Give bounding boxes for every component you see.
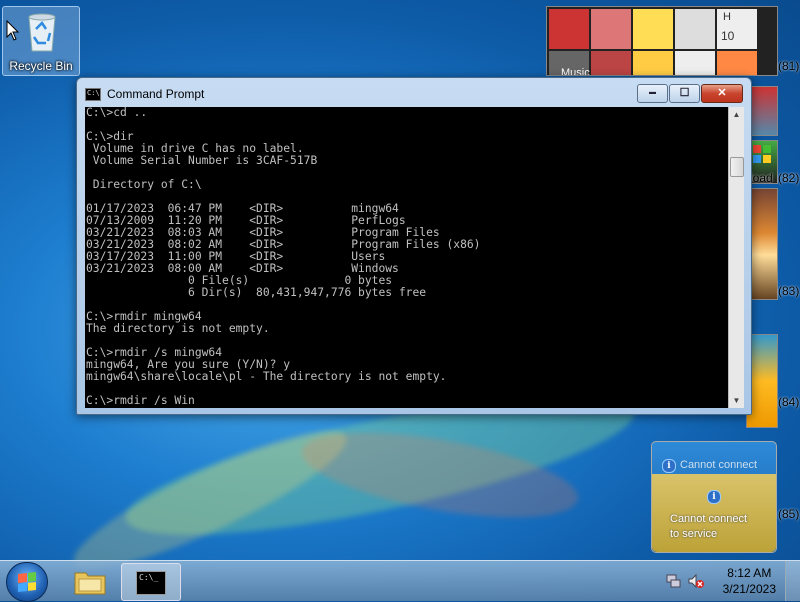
taskbar: C:\_ 8:12 AM 3/21/2023	[0, 560, 800, 602]
taskbar-cmd-button[interactable]: C:\_	[121, 563, 181, 601]
cmd-taskbar-icon: C:\_	[136, 571, 166, 595]
cmd-icon: C:\	[85, 88, 101, 101]
title-bar[interactable]: C:\ Command Prompt ▬ ☐ ✕	[77, 78, 751, 106]
window-controls: ▬ ☐ ✕	[636, 84, 743, 103]
slideshow-gadget[interactable]: H 10 Music	[546, 6, 778, 76]
mouse-cursor-icon	[6, 20, 20, 41]
photo-tile	[591, 51, 631, 75]
clock[interactable]: 8:12 AM 3/21/2023	[723, 565, 776, 597]
scroll-thumb[interactable]	[730, 157, 744, 177]
info-icon: i	[707, 490, 721, 504]
gadget-number: (85)	[778, 507, 800, 521]
console-output[interactable]: C:\>cd .. C:\>dir Volume in drive C has …	[85, 107, 728, 408]
photo-tile	[717, 51, 757, 75]
windows-flag-icon	[18, 572, 36, 592]
photo-tile	[549, 9, 589, 49]
clock-time: 8:12 AM	[727, 566, 772, 580]
volume-muted-icon[interactable]	[688, 573, 704, 589]
vertical-scrollbar[interactable]: ▲ ▼	[728, 107, 744, 408]
clock-date: 3/21/2023	[722, 582, 776, 596]
minimize-button[interactable]: ▬	[637, 84, 668, 103]
recycle-bin-label: Recycle Bin	[9, 59, 73, 73]
photo-tile	[633, 9, 673, 49]
calendar-tile: H 10	[717, 9, 757, 49]
photo-tile	[633, 51, 673, 75]
start-button[interactable]	[6, 562, 48, 602]
maximize-icon: ☐	[679, 87, 690, 99]
calendar-text: H	[723, 11, 731, 23]
cannot-connect-header: i Cannot connect	[652, 442, 776, 474]
gadget-label-load: load	[750, 171, 773, 185]
photo-tile	[591, 9, 631, 49]
system-tray: 8:12 AM 3/21/2023	[660, 561, 800, 601]
gadget-number: (84)	[778, 395, 800, 409]
minimize-icon: ▬	[649, 89, 656, 96]
cannot-connect-title: Cannot connect	[680, 459, 758, 471]
close-icon: ✕	[717, 87, 727, 99]
scroll-up-arrow-icon[interactable]: ▲	[729, 107, 744, 122]
photo-tile	[675, 9, 715, 49]
gadget-number: (82)	[778, 171, 800, 185]
cannot-connect-message: Cannot connect to service	[670, 513, 748, 540]
maximize-button[interactable]: ☐	[669, 84, 700, 103]
window-title: Command Prompt	[107, 87, 205, 101]
show-desktop-button[interactable]	[785, 561, 800, 601]
folder-icon	[74, 572, 106, 595]
network-icon[interactable]	[666, 573, 682, 589]
scroll-down-arrow-icon[interactable]: ▼	[729, 393, 744, 408]
calendar-num: 10	[721, 29, 735, 43]
taskbar-explorer-button[interactable]	[62, 563, 118, 599]
recycle-bin-graphic	[28, 13, 56, 52]
close-button[interactable]: ✕	[701, 84, 743, 103]
windows-logo-icon	[753, 145, 771, 163]
photo-caption: Music	[561, 67, 590, 76]
info-icon: i	[662, 459, 676, 473]
console-text: C:\>cd .. C:\>dir Volume in drive C has …	[86, 107, 481, 407]
cannot-connect-gadget[interactable]: i Cannot connect i Cannot connect to ser…	[651, 441, 777, 553]
gadget-number: (81)	[778, 59, 800, 73]
photo-tile	[675, 51, 715, 75]
gadget-number: (83)	[778, 284, 800, 298]
command-prompt-window[interactable]: C:\ Command Prompt ▬ ☐ ✕ C:\>cd .. C:\>d…	[76, 77, 752, 415]
cannot-connect-panel: i Cannot connect to service	[652, 474, 776, 552]
